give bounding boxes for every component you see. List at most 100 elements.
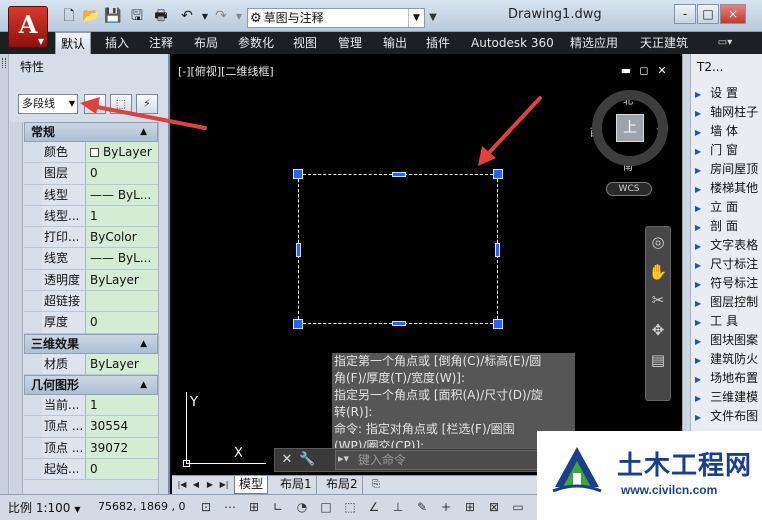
tab-layout1[interactable]: 布局1 — [276, 476, 317, 494]
property-row[interactable]: 超链接 — [24, 291, 158, 313]
property-value[interactable]: 1 — [86, 205, 158, 227]
viewport-controls-label[interactable]: [-][俯视][二维线框] — [178, 63, 274, 79]
new-layout-icon[interactable]: ⎘ — [368, 478, 384, 492]
property-value[interactable]: ByLayer — [86, 353, 158, 374]
property-row[interactable]: 线型... 1 — [24, 205, 158, 228]
first-layout-icon[interactable]: |◀ — [176, 478, 188, 492]
property-row[interactable]: 起始... 0 — [24, 458, 158, 481]
ducs-icon[interactable]: ⊥ — [390, 499, 406, 515]
otrack-icon[interactable]: ∠ — [366, 499, 382, 515]
workspace-select[interactable]: ⚙ 草图与注释 ▼ — [247, 8, 425, 28]
viewport-close-icon[interactable]: ✕ — [655, 64, 669, 78]
viewport-restore-icon[interactable]: ◻ — [637, 64, 651, 78]
redo-icon[interactable]: ↷ — [212, 8, 230, 25]
print-icon[interactable]: 🖶 — [152, 8, 170, 25]
tool-palette-item[interactable]: ▶ 尺寸标注 — [693, 255, 762, 274]
ortho-icon[interactable]: ∟ — [270, 499, 286, 515]
tool-palette-item[interactable]: ▶ 楼梯其他 — [693, 179, 762, 198]
drawing-canvas[interactable]: [-][俯视][二维线框] ▬ ◻ ✕ 北 南 东 西 上 WCS ◎ ✋ ✂ … — [172, 54, 682, 475]
property-value[interactable]: 0 — [86, 163, 158, 184]
quick-select-icon[interactable]: ⚡ — [136, 94, 158, 114]
tool-palette-item[interactable]: ▶ 文字表格 — [693, 236, 762, 255]
tab-model[interactable]: 模型 — [234, 476, 269, 494]
toggle-pickadd-icon[interactable]: ⊞ — [84, 94, 106, 114]
section-geometry[interactable]: 几何图形 ▲ — [24, 374, 158, 395]
tool-palette-item[interactable]: ▶ 建筑防火 — [693, 350, 762, 369]
next-layout-icon[interactable]: ▶ — [204, 478, 216, 492]
save-as-icon[interactable]: 🖫 — [128, 8, 146, 25]
properties-scrollbar[interactable] — [158, 122, 168, 494]
tab-view[interactable]: 视图 — [288, 32, 322, 54]
midpoint-grip[interactable] — [392, 321, 406, 326]
tab-tangent-architecture[interactable]: 天正建筑 — [635, 32, 693, 54]
maximize-button[interactable]: □ — [697, 4, 719, 24]
viewcube-top-face[interactable]: 上 — [616, 114, 644, 142]
3d-osnap-icon[interactable]: ⬚ — [342, 499, 358, 515]
snap-icon[interactable]: ⋯ — [222, 499, 238, 515]
tool-palette-item[interactable]: ▶ 图层控制 — [693, 293, 762, 312]
quick-access-more-icon[interactable]: ▼ — [426, 8, 440, 28]
wrench-icon[interactable]: 🔧 — [299, 452, 315, 468]
property-row[interactable]: 线型 —— ByL... — [24, 184, 158, 206]
property-row[interactable]: 当前... 1 — [24, 394, 158, 417]
tab-insert[interactable]: 插入 — [100, 32, 134, 54]
tool-palette-item[interactable]: ▶ 图块图案 — [693, 331, 762, 350]
corner-grip[interactable] — [293, 169, 303, 179]
open-file-icon[interactable]: 📂 — [82, 8, 100, 25]
property-value[interactable]: ByLayer — [86, 269, 158, 291]
corner-grip[interactable] — [493, 319, 503, 329]
tab-manage[interactable]: 管理 — [333, 32, 367, 54]
tab-layout2[interactable]: 布局2 — [322, 476, 363, 494]
property-value[interactable]: —— ByL... — [86, 184, 158, 205]
close-button[interactable]: × — [720, 4, 746, 24]
viewcube-ring[interactable]: 上 — [592, 90, 668, 166]
command-input[interactable] — [358, 452, 558, 468]
midpoint-grip[interactable] — [495, 243, 500, 257]
last-layout-icon[interactable]: ▶| — [218, 478, 230, 492]
property-value[interactable]: 0 — [86, 312, 158, 333]
close-icon[interactable]: ✕ — [279, 452, 295, 468]
property-value[interactable]: 0 — [86, 458, 158, 480]
tool-palette-item[interactable]: ▶ 立 面 — [693, 198, 762, 217]
annotation-scale[interactable]: 比例 1:100 ▼ — [8, 499, 81, 516]
redo-dropdown-icon[interactable]: ▼ — [230, 8, 248, 25]
tool-palette-item[interactable]: ▶ 符号标注 — [693, 274, 762, 293]
tab-featured-apps[interactable]: 精选应用 — [565, 32, 623, 54]
pan-hand-icon[interactable]: ✋ — [648, 261, 668, 283]
transparency-icon[interactable]: ⊞ — [462, 499, 478, 515]
property-row[interactable]: 顶点 ... 30554 — [24, 416, 158, 438]
section-3d-effects[interactable]: 三维效果 ▲ — [24, 333, 158, 354]
polar-icon[interactable]: ◔ — [294, 499, 310, 515]
midpoint-grip[interactable] — [392, 172, 406, 177]
property-row[interactable]: 厚度 0 — [24, 312, 158, 334]
new-file-icon[interactable]: 🗋 — [60, 8, 78, 25]
tab-default[interactable]: 默认 — [55, 32, 92, 54]
tool-palette-item[interactable]: ▶ 文件布图 — [693, 407, 762, 426]
annotation-monitor-icon[interactable]: ▭ — [510, 499, 526, 515]
section-general[interactable]: 常规 ▲ — [24, 122, 158, 142]
command-prompt[interactable]: ▸▾ — [335, 450, 561, 470]
corner-grip[interactable] — [493, 169, 503, 179]
property-value[interactable] — [86, 291, 158, 312]
midpoint-grip[interactable] — [296, 243, 301, 257]
grid-icon[interactable]: ⊞ — [246, 499, 262, 515]
property-row[interactable]: 打印... ByColor — [24, 227, 158, 249]
tool-palette-item[interactable]: ▶ 三维建模 — [693, 388, 762, 407]
selection-cycling-icon[interactable]: ⊠ — [486, 499, 502, 515]
property-row[interactable]: 图层 0 — [24, 163, 158, 185]
undo-icon[interactable]: ↶ — [178, 8, 196, 25]
command-chevron-icon[interactable]: ▸▾ — [338, 452, 349, 465]
property-value[interactable]: 30554 — [86, 416, 158, 437]
property-value[interactable]: 39072 — [86, 437, 158, 458]
tool-palette-item[interactable]: ▶ 轴网柱子 — [693, 103, 762, 122]
lineweight-icon[interactable]: + — [438, 499, 454, 515]
property-value[interactable]: 1 — [86, 394, 158, 416]
dynamic-input-icon[interactable]: ✎ — [414, 499, 430, 515]
property-row[interactable]: 顶点 ... 39072 — [24, 437, 158, 459]
property-value[interactable]: ByColor — [86, 227, 158, 248]
selected-rectangle[interactable] — [293, 169, 503, 329]
corner-grip[interactable] — [293, 319, 303, 329]
infer-constraints-icon[interactable]: ⊡ — [198, 499, 214, 515]
tab-output[interactable]: 输出 — [378, 32, 412, 54]
tool-palette-item[interactable]: ▶ 场地布置 — [693, 369, 762, 388]
